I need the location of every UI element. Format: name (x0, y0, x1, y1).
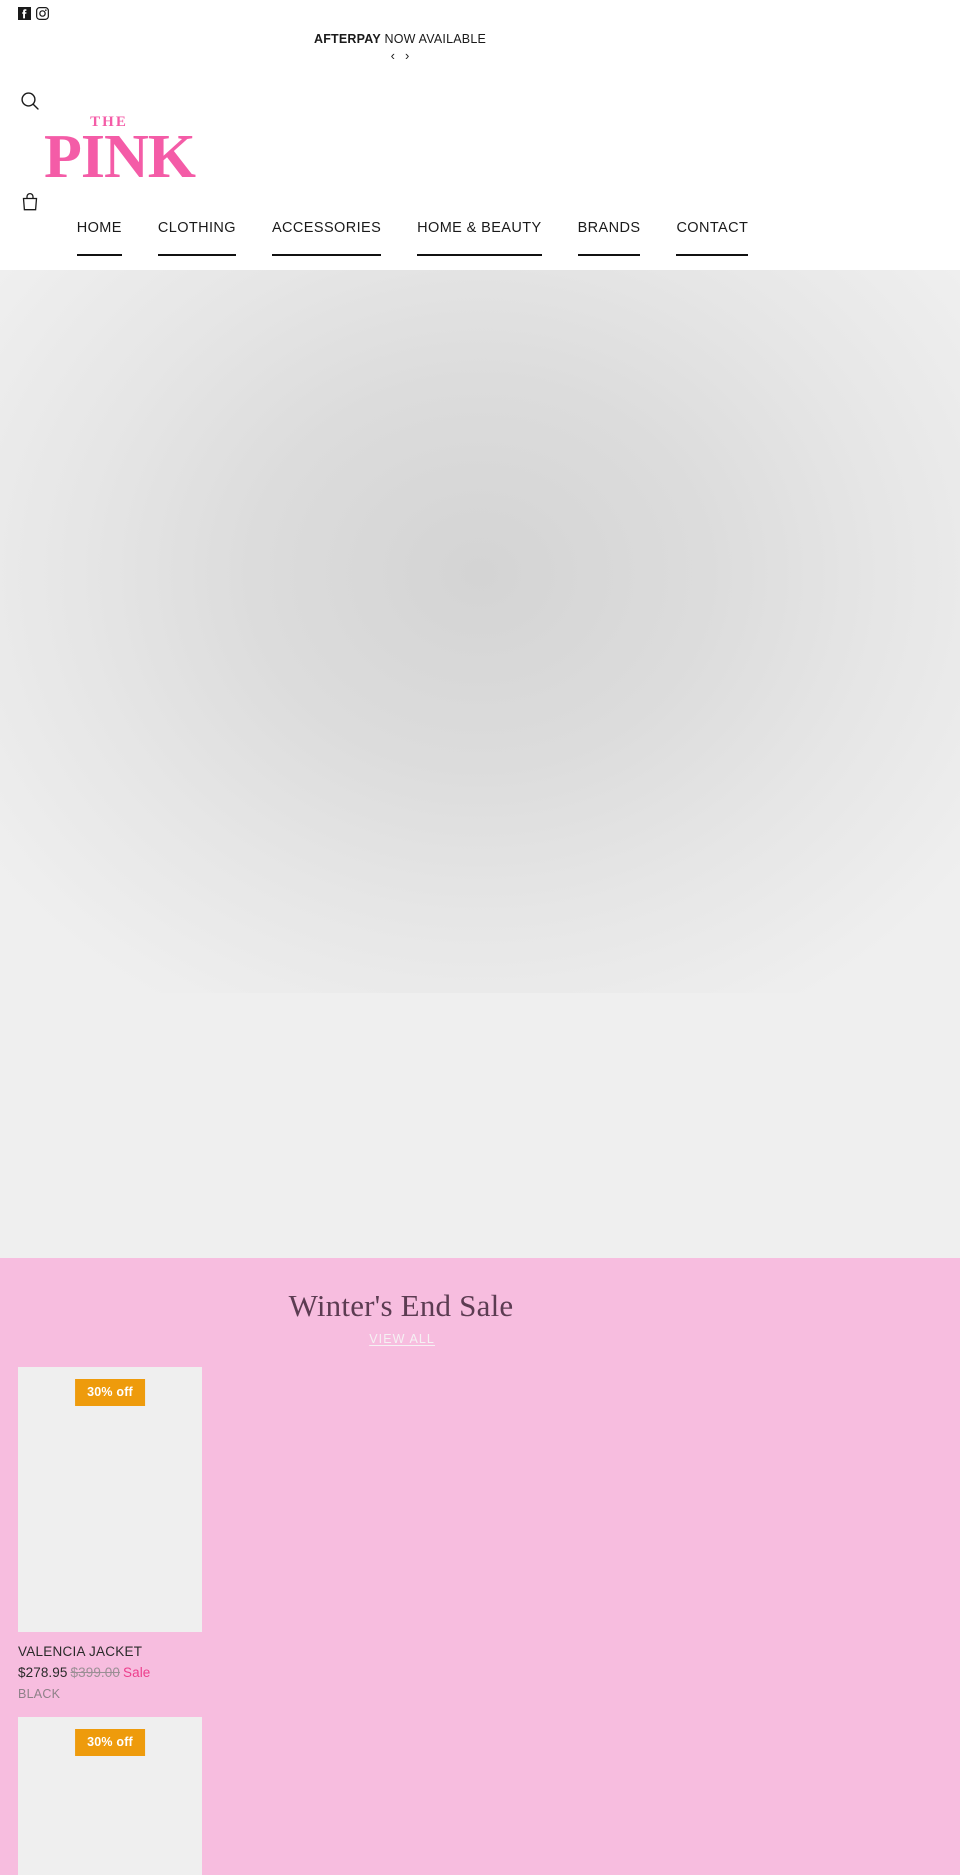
nav-item-contact[interactable]: CONTACT (658, 218, 766, 256)
main-navigation: HOME CLOTHING ACCESSORIES HOME & BEAUTY … (0, 218, 960, 256)
announcement-slider: AFTERPAY NOW AVAILABLE ‹ › (0, 31, 960, 63)
nav-item-clothing[interactable]: CLOTHING (140, 218, 254, 256)
product-price: $278.95 (18, 1665, 68, 1680)
product-image[interactable]: 30% off (18, 1717, 202, 1875)
shopping-bag-icon[interactable] (18, 190, 42, 214)
announcement-bar: AFTERPAY NOW AVAILABLE ‹ › (0, 0, 960, 80)
nav-item-home[interactable]: HOME (59, 218, 140, 256)
nav-item-accessories[interactable]: ACCESSORIES (254, 218, 399, 256)
product-price-row: $278.95 $399.00 Sale (18, 1664, 202, 1682)
logo-line-pink: PINK (44, 123, 196, 191)
social-links (18, 7, 49, 20)
site-header: THE PINK HOME CLOTHING ACCESSORIES HOME … (0, 80, 960, 270)
hero-banner[interactable] (0, 270, 960, 993)
nav-item-brands[interactable]: BRANDS (560, 218, 659, 256)
collection-title: Winter's End Sale (288, 1288, 514, 1323)
announcement-rest: NOW AVAILABLE (380, 32, 487, 46)
product-card[interactable]: 30% off VALENCIA JACKET $278.95 $399.00 Sa… (18, 1367, 202, 1703)
announcement-prev-button[interactable]: ‹ (390, 49, 396, 63)
product-card[interactable]: 30% off ALL SORTS KNIT GREEN $138.95$199… (18, 1717, 202, 1875)
product-compare-price: $399.00 (70, 1665, 120, 1680)
site-logo[interactable]: THE PINK (44, 114, 196, 194)
product-sale-label: Sale (123, 1665, 151, 1680)
hero-spacer (0, 993, 960, 1258)
product-title: VALENCIA JACKET (18, 1644, 143, 1659)
product-variant: BLACK (18, 1687, 61, 1701)
announcement-arrows: ‹ › (0, 49, 800, 63)
announcement-text: AFTERPAY NOW AVAILABLE (0, 31, 800, 48)
announcement-next-button[interactable]: › (404, 49, 410, 63)
nav-item-home-and-beauty[interactable]: HOME & BEAUTY (399, 218, 559, 256)
product-image[interactable]: 30% off (18, 1367, 202, 1632)
discount-badge: 30% off (75, 1379, 145, 1406)
announcement-strong: AFTERPAY (313, 32, 381, 46)
facebook-icon[interactable] (18, 7, 31, 20)
search-icon[interactable] (19, 90, 41, 112)
product-grid: 30% off VALENCIA JACKET $278.95 $399.00 Sa… (0, 1367, 960, 1875)
winters-end-sale-section: Winter's End Sale VIEW ALL 30% off VALEN… (0, 1258, 960, 1875)
instagram-icon[interactable] (36, 7, 49, 20)
discount-badge: 30% off (75, 1729, 145, 1756)
view-all-link[interactable]: VIEW ALL (369, 1332, 435, 1346)
